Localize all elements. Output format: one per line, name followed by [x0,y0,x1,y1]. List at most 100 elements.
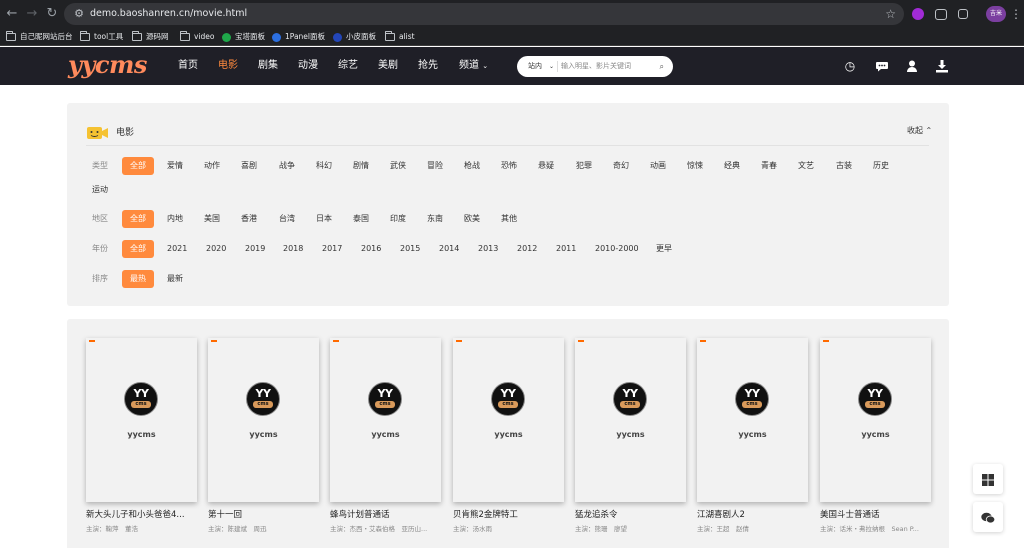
movie-title[interactable]: 美国斗士普通话 [820,509,931,521]
movie-poster[interactable]: YY cms yycms [86,338,197,502]
windows-icon[interactable] [973,464,1003,494]
chevron-down-icon[interactable]: ⌄ [549,56,554,77]
filter-option[interactable]: 动画 [650,158,666,174]
filter-option[interactable]: 2013 [478,241,498,257]
movie-title[interactable]: 第十一回 [208,509,319,521]
movie-poster[interactable]: YY cms yycms [820,338,931,502]
history-clock-icon[interactable]: ◷ [843,59,857,73]
filter-option[interactable]: 美国 [204,211,220,227]
search-icon[interactable]: ⌕ [660,56,664,77]
filter-option[interactable]: 泰国 [353,211,369,227]
extension-screen-icon[interactable] [935,9,947,20]
filter-option[interactable]: 2020 [206,241,226,257]
browser-menu-icon[interactable]: ⋮ [1010,6,1022,22]
nav-item-series[interactable]: 剧集 [258,59,278,73]
bookmark-item[interactable]: alist [385,30,415,44]
filter-option[interactable]: 奇幻 [613,158,629,174]
profile-avatar[interactable]: 吉米 [986,6,1006,22]
filter-option[interactable]: 2018 [283,241,303,257]
nav-item-variety[interactable]: 综艺 [338,59,358,73]
message-icon[interactable] [875,59,889,73]
filter-option[interactable]: 惊悚 [687,158,703,174]
filter-option[interactable]: 运动 [92,182,108,198]
bookmark-item[interactable]: tool工具 [80,30,123,44]
nav-item-anime[interactable]: 动漫 [298,59,318,73]
filter-option[interactable]: 古装 [836,158,852,174]
filter-option[interactable]: 2015 [400,241,420,257]
bookmark-item[interactable]: 小皮面板 [333,30,376,44]
forward-arrow-icon[interactable]: → [24,6,40,22]
movie-card[interactable]: YY cms yycms 贝肯熊2金牌特工 主演：汤水雨 [453,338,564,538]
filter-option[interactable]: 动作 [204,158,220,174]
site-logo[interactable]: yycms [68,50,147,80]
filter-option[interactable]: 喜剧 [241,158,257,174]
filter-option[interactable]: 欧美 [464,211,480,227]
collapse-button[interactable]: 收起 ⌃ [907,124,932,138]
extensions-puzzle-icon[interactable] [958,9,968,19]
filter-option[interactable]: 全部 [122,210,154,228]
filter-option[interactable]: 恐怖 [501,158,517,174]
bookmark-item[interactable]: 源码网 [132,30,169,44]
movie-title[interactable]: 贝肯熊2金牌特工 [453,509,564,521]
nav-item-us-series[interactable]: 美剧 [378,59,398,73]
movie-poster[interactable]: YY cms yycms [697,338,808,502]
movie-title[interactable]: 猛龙追杀令 [575,509,686,521]
filter-option[interactable]: 战争 [279,158,295,174]
movie-title[interactable]: 蜂鸟计划普通话 [330,509,441,521]
download-icon[interactable] [935,59,949,73]
bookmark-item[interactable]: video [180,30,215,44]
filter-option[interactable]: 台湾 [279,211,295,227]
filter-option[interactable]: 科幻 [316,158,332,174]
nav-item-movie[interactable]: 电影 [218,59,238,73]
filter-option[interactable]: 剧情 [353,158,369,174]
movie-poster[interactable]: YY cms yycms [208,338,319,502]
movie-card[interactable]: YY cms yycms 猛龙追杀令 主演：熊珊 廖望 [575,338,686,538]
nav-item-preview[interactable]: 抢先 [418,59,438,73]
search-scope-select[interactable]: 站内 [528,56,542,77]
site-info-icon[interactable]: ⚙ [72,7,86,21]
movie-title[interactable]: 新大头儿子和小头爸爸4... [86,509,197,521]
sort-option[interactable]: 最新 [167,271,183,287]
movie-card[interactable]: YY cms yycms 新大头儿子和小头爸爸4... 主演：鞠萍 董浩 [86,338,197,538]
movie-card[interactable]: YY cms yycms 江湖喜剧人2 主演：王超 赵倩 [697,338,808,538]
filter-option[interactable]: 2017 [322,241,342,257]
filter-option[interactable]: 印度 [390,211,406,227]
filter-option[interactable]: 经典 [724,158,740,174]
movie-card[interactable]: YY cms yycms 蜂鸟计划普通话 主演：杰西・艾森伯格 亚历山... [330,338,441,538]
filter-option[interactable]: 2016 [361,241,381,257]
filter-option[interactable]: 青春 [761,158,777,174]
filter-option[interactable]: 犯罪 [576,158,592,174]
movie-card[interactable]: YY cms yycms 第十一回 主演：陈建斌 周迅 [208,338,319,538]
movie-card[interactable]: YY cms yycms 美国斗士普通话 主演：话米・弗拉纳根 Sean P... [820,338,931,538]
wechat-icon[interactable] [973,502,1003,532]
movie-poster[interactable]: YY cms yycms [330,338,441,502]
address-bar-url[interactable]: demo.baoshanren.cn/movie.html [90,6,247,22]
filter-option[interactable]: 文艺 [798,158,814,174]
filter-option[interactable]: 2011 [556,241,576,257]
reload-icon[interactable]: ↻ [44,6,60,22]
search-input[interactable]: 输入明星、影片关键词 [561,56,631,77]
filter-option[interactable]: 香港 [241,211,257,227]
user-icon[interactable] [905,59,919,73]
bookmark-item[interactable]: 自己昵网站后台 [6,30,73,44]
filter-option[interactable]: 2012 [517,241,537,257]
filter-option[interactable]: 全部 [122,240,154,258]
filter-option[interactable]: 更早 [656,241,672,257]
bookmark-item[interactable]: 1Panel面板 [272,30,325,44]
filter-option[interactable]: 枪战 [464,158,480,174]
filter-option[interactable]: 冒险 [427,158,443,174]
address-bar[interactable]: ⚙ demo.baoshanren.cn/movie.html ☆ [64,3,904,25]
filter-option[interactable]: 全部 [122,157,154,175]
filter-option[interactable]: 爱情 [167,158,183,174]
filter-option[interactable]: 日本 [316,211,332,227]
filter-option[interactable]: 2010-2000 [595,241,639,257]
movie-title[interactable]: 江湖喜剧人2 [697,509,808,521]
bookmark-item[interactable]: 宝塔面板 [222,30,265,44]
filter-option[interactable]: 2019 [245,241,265,257]
bookmark-star-icon[interactable]: ☆ [885,6,896,22]
filter-option[interactable]: 其他 [501,211,517,227]
filter-option[interactable]: 内地 [167,211,183,227]
movie-poster[interactable]: YY cms yycms [453,338,564,502]
nav-item-channel[interactable]: 频道 ⌄ [459,59,488,73]
filter-option[interactable]: 历史 [873,158,889,174]
